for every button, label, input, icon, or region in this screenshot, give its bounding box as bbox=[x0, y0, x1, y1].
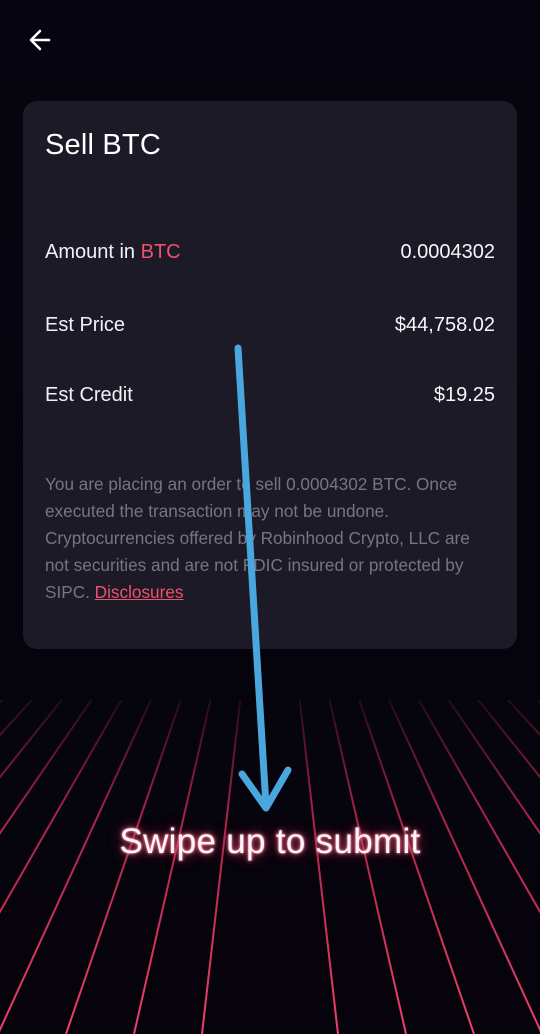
est-credit-value: $19.25 bbox=[433, 384, 495, 406]
order-summary-card: Sell BTC Amount in BTC 0.0004302 Est Pri… bbox=[23, 101, 517, 649]
est-price-row: Est Price $44,758.02 bbox=[45, 314, 495, 337]
amount-value: 0.0004302 bbox=[400, 241, 495, 263]
est-credit-row: Est Credit $19.25 bbox=[45, 384, 495, 407]
disclosures-link[interactable]: Disclosures bbox=[95, 582, 184, 602]
amount-row: Amount in BTC 0.0004302 bbox=[45, 241, 495, 264]
est-price-label: Est Price bbox=[45, 314, 126, 336]
est-credit-label: Est Credit bbox=[45, 384, 133, 406]
swipe-up-to-submit[interactable]: Swipe up to submit bbox=[0, 822, 540, 862]
est-price-value: $44,758.02 bbox=[394, 314, 495, 336]
neon-grid-floor bbox=[0, 700, 540, 1034]
arrow-left-icon bbox=[29, 29, 51, 51]
back-button[interactable] bbox=[22, 22, 58, 58]
card-title: Sell BTC bbox=[45, 129, 162, 161]
amount-currency: BTC bbox=[140, 241, 181, 263]
sell-confirmation-screen: Sell BTC Amount in BTC 0.0004302 Est Pri… bbox=[0, 0, 540, 1034]
amount-label-prefix: Amount in bbox=[45, 241, 141, 263]
amount-label: Amount in BTC bbox=[45, 241, 181, 264]
disclaimer-text: You are placing an order to sell 0.00043… bbox=[45, 471, 497, 606]
